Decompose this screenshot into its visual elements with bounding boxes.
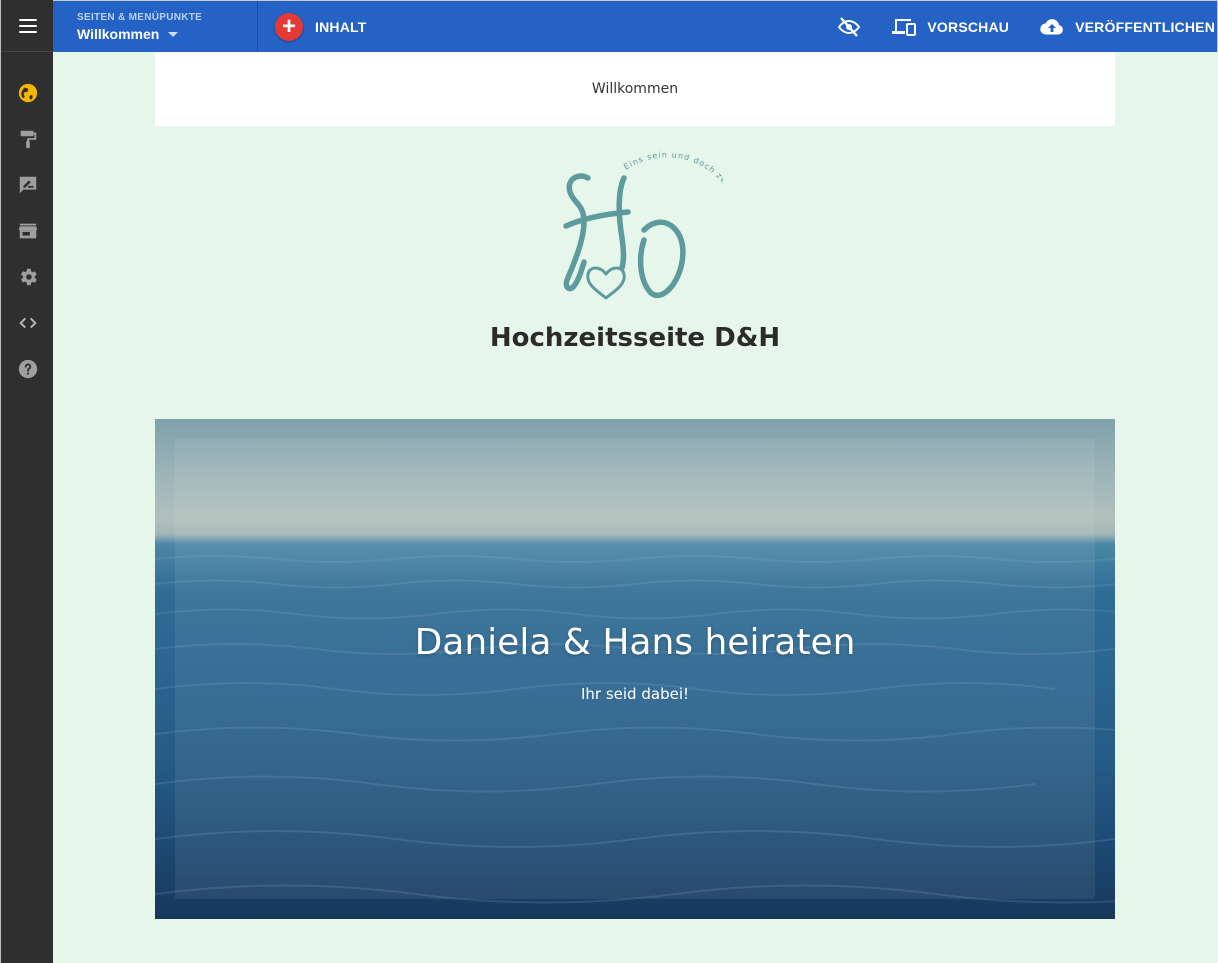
sidebar-item-website[interactable]	[1, 70, 54, 116]
cloud-upload-icon	[1040, 18, 1064, 35]
hero-banner: Daniela & Hans heiraten Ihr seid dabei!	[155, 419, 1115, 919]
editor-topbar: SEITEN & MENÜPUNKTE Willkommen + INHALT …	[53, 0, 1218, 52]
page-selector-label: SEITEN & MENÜPUNKTE	[77, 12, 203, 23]
sidebar-item-help[interactable]	[1, 346, 54, 392]
publish-button[interactable]: VERÖFFENTLICHEN	[1039, 16, 1215, 38]
sidebar-item-settings[interactable]	[1, 254, 54, 300]
preview-label: VORSCHAU	[927, 18, 1010, 35]
page-selector[interactable]: SEITEN & MENÜPUNKTE Willkommen	[53, 1, 258, 52]
globe-icon	[18, 83, 37, 103]
paint-roller-icon	[20, 130, 36, 149]
plus-icon: +	[275, 13, 303, 41]
help-icon	[18, 359, 37, 379]
add-content-label: INHALT	[315, 19, 367, 35]
sidebar-item-store[interactable]	[1, 208, 54, 254]
eye-off-icon	[838, 16, 861, 37]
nav-item-willkommen[interactable]: Willkommen	[592, 81, 678, 97]
current-page-name: Willkommen	[77, 26, 160, 42]
sidebar-tools	[1, 70, 54, 392]
site-title: Hochzeitsseite D&H	[489, 323, 781, 353]
sidebar-item-code[interactable]	[1, 300, 54, 346]
menu-button[interactable]	[1, 0, 54, 52]
publish-label: VERÖFFENTLICHEN	[1075, 18, 1215, 35]
site-navbar: Willkommen	[155, 52, 1115, 126]
editor-sidebar	[0, 0, 54, 963]
devices-icon	[892, 18, 917, 36]
logo-motto: Eins sein und doch zwei bleiben	[622, 150, 746, 231]
settings-icon	[20, 268, 37, 286]
preview-button[interactable]: VORSCHAU	[891, 16, 1009, 38]
feedback-icon	[19, 176, 36, 194]
caret-down-icon	[168, 31, 179, 37]
sidebar-item-blog[interactable]	[1, 162, 54, 208]
site-logo[interactable]: Eins sein und doch zwei bleiben	[548, 150, 746, 310]
hide-toggle-button[interactable]	[837, 15, 861, 39]
sidebar-item-design[interactable]	[1, 116, 54, 162]
hero-frame	[175, 439, 1095, 899]
hero-heading: Daniela & Hans heiraten	[414, 622, 856, 663]
add-content-button[interactable]: + INHALT	[275, 13, 367, 41]
store-icon	[18, 223, 37, 239]
svg-text:Eins sein und doch zwei bleibe: Eins sein und doch zwei bleiben	[622, 150, 723, 231]
hamburger-icon	[18, 18, 37, 33]
code-icon	[18, 317, 37, 329]
hero-subheading: Ihr seid dabei!	[580, 685, 689, 703]
